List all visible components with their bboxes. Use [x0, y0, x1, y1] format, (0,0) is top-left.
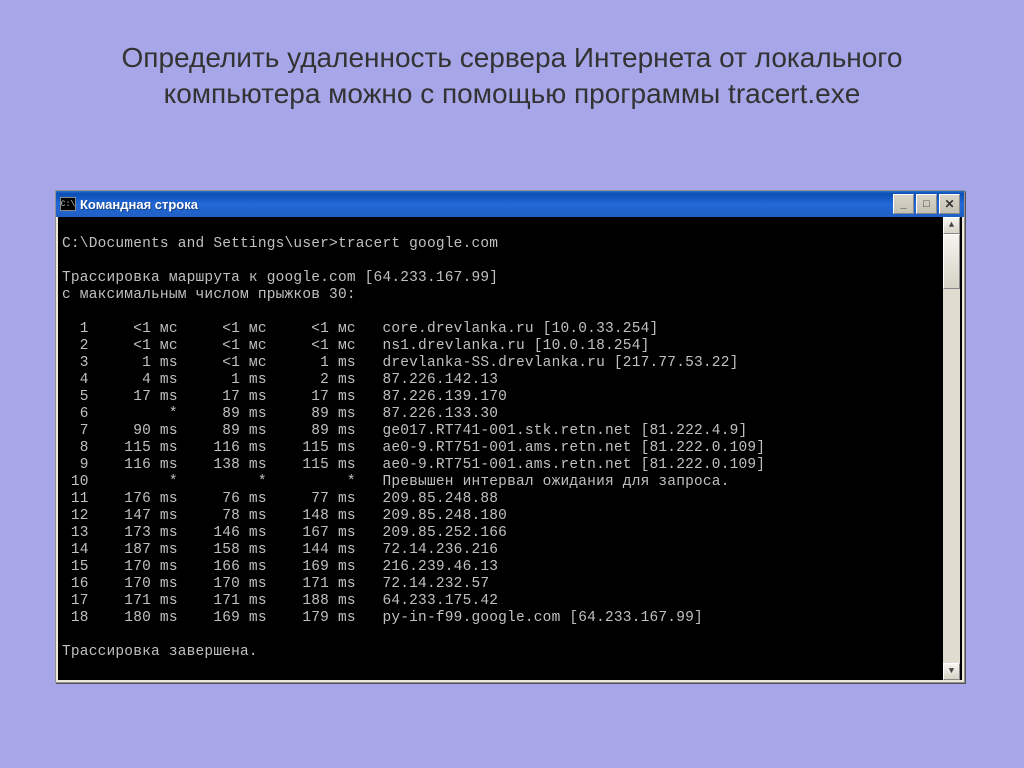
slide-title: Определить удаленность сервера Интернета… — [0, 0, 1024, 133]
hop-row: 3 1 ms <1 мс 1 ms drevlanka-SS.drevlanka… — [62, 355, 943, 372]
scroll-track[interactable] — [943, 234, 960, 663]
hop-row: 17 171 ms 171 ms 188 ms 64.233.175.42 — [62, 593, 943, 610]
console-output[interactable]: C:\Documents and Settings\user>tracert g… — [62, 219, 943, 678]
hop-row: 16 170 ms 170 ms 171 ms 72.14.232.57 — [62, 576, 943, 593]
hop-row: 5 17 ms 17 ms 17 ms 87.226.139.170 — [62, 389, 943, 406]
trace-header-2: с максимальным числом прыжков 30: — [62, 287, 356, 303]
hop-row: 6 * 89 ms 89 ms 87.226.133.30 — [62, 406, 943, 423]
hop-row: 11 176 ms 76 ms 77 ms 209.85.248.88 — [62, 491, 943, 508]
trace-header-1: Трассировка маршрута к google.com [64.23… — [62, 270, 498, 286]
maximize-button[interactable]: □ — [916, 194, 937, 214]
scroll-up-button[interactable]: ▲ — [943, 217, 960, 234]
hop-row: 1 <1 мс <1 мс <1 мс core.drevlanka.ru [1… — [62, 321, 943, 338]
hop-row: 4 4 ms 1 ms 2 ms 87.226.142.13 — [62, 372, 943, 389]
vertical-scrollbar[interactable]: ▲ ▼ — [943, 217, 960, 680]
trace-footer: Трассировка завершена. — [62, 644, 258, 660]
hop-row: 12 147 ms 78 ms 148 ms 209.85.248.180 — [62, 508, 943, 525]
hop-row: 7 90 ms 89 ms 89 ms ge017.RT741-001.stk.… — [62, 423, 943, 440]
hop-row: 15 170 ms 166 ms 169 ms 216.239.46.13 — [62, 559, 943, 576]
command-prompt-window: C:\ Командная строка _ □ ✕ C:\Documents … — [55, 190, 965, 683]
hop-row: 8 115 ms 116 ms 115 ms ae0-9.RT751-001.a… — [62, 440, 943, 457]
hop-row: 13 173 ms 146 ms 167 ms 209.85.252.166 — [62, 525, 943, 542]
close-button[interactable]: ✕ — [939, 194, 960, 214]
console-area: C:\Documents and Settings\user>tracert g… — [56, 217, 964, 682]
scroll-down-button[interactable]: ▼ — [943, 663, 960, 680]
prompt-line: C:\Documents and Settings\user>tracert g… — [62, 236, 498, 252]
hop-row: 10 * * * Превышен интервал ожидания для … — [62, 474, 943, 491]
scroll-thumb[interactable] — [943, 234, 960, 289]
cmd-icon: C:\ — [60, 197, 76, 211]
hop-row: 2 <1 мс <1 мс <1 мс ns1.drevlanka.ru [10… — [62, 338, 943, 355]
minimize-button[interactable]: _ — [893, 194, 914, 214]
hop-row: 18 180 ms 169 ms 179 ms py-in-f99.google… — [62, 610, 943, 627]
window-title: Командная строка — [80, 197, 891, 212]
titlebar[interactable]: C:\ Командная строка _ □ ✕ — [56, 191, 964, 217]
hop-row: 14 187 ms 158 ms 144 ms 72.14.236.216 — [62, 542, 943, 559]
hop-row: 9 116 ms 138 ms 115 ms ae0-9.RT751-001.a… — [62, 457, 943, 474]
